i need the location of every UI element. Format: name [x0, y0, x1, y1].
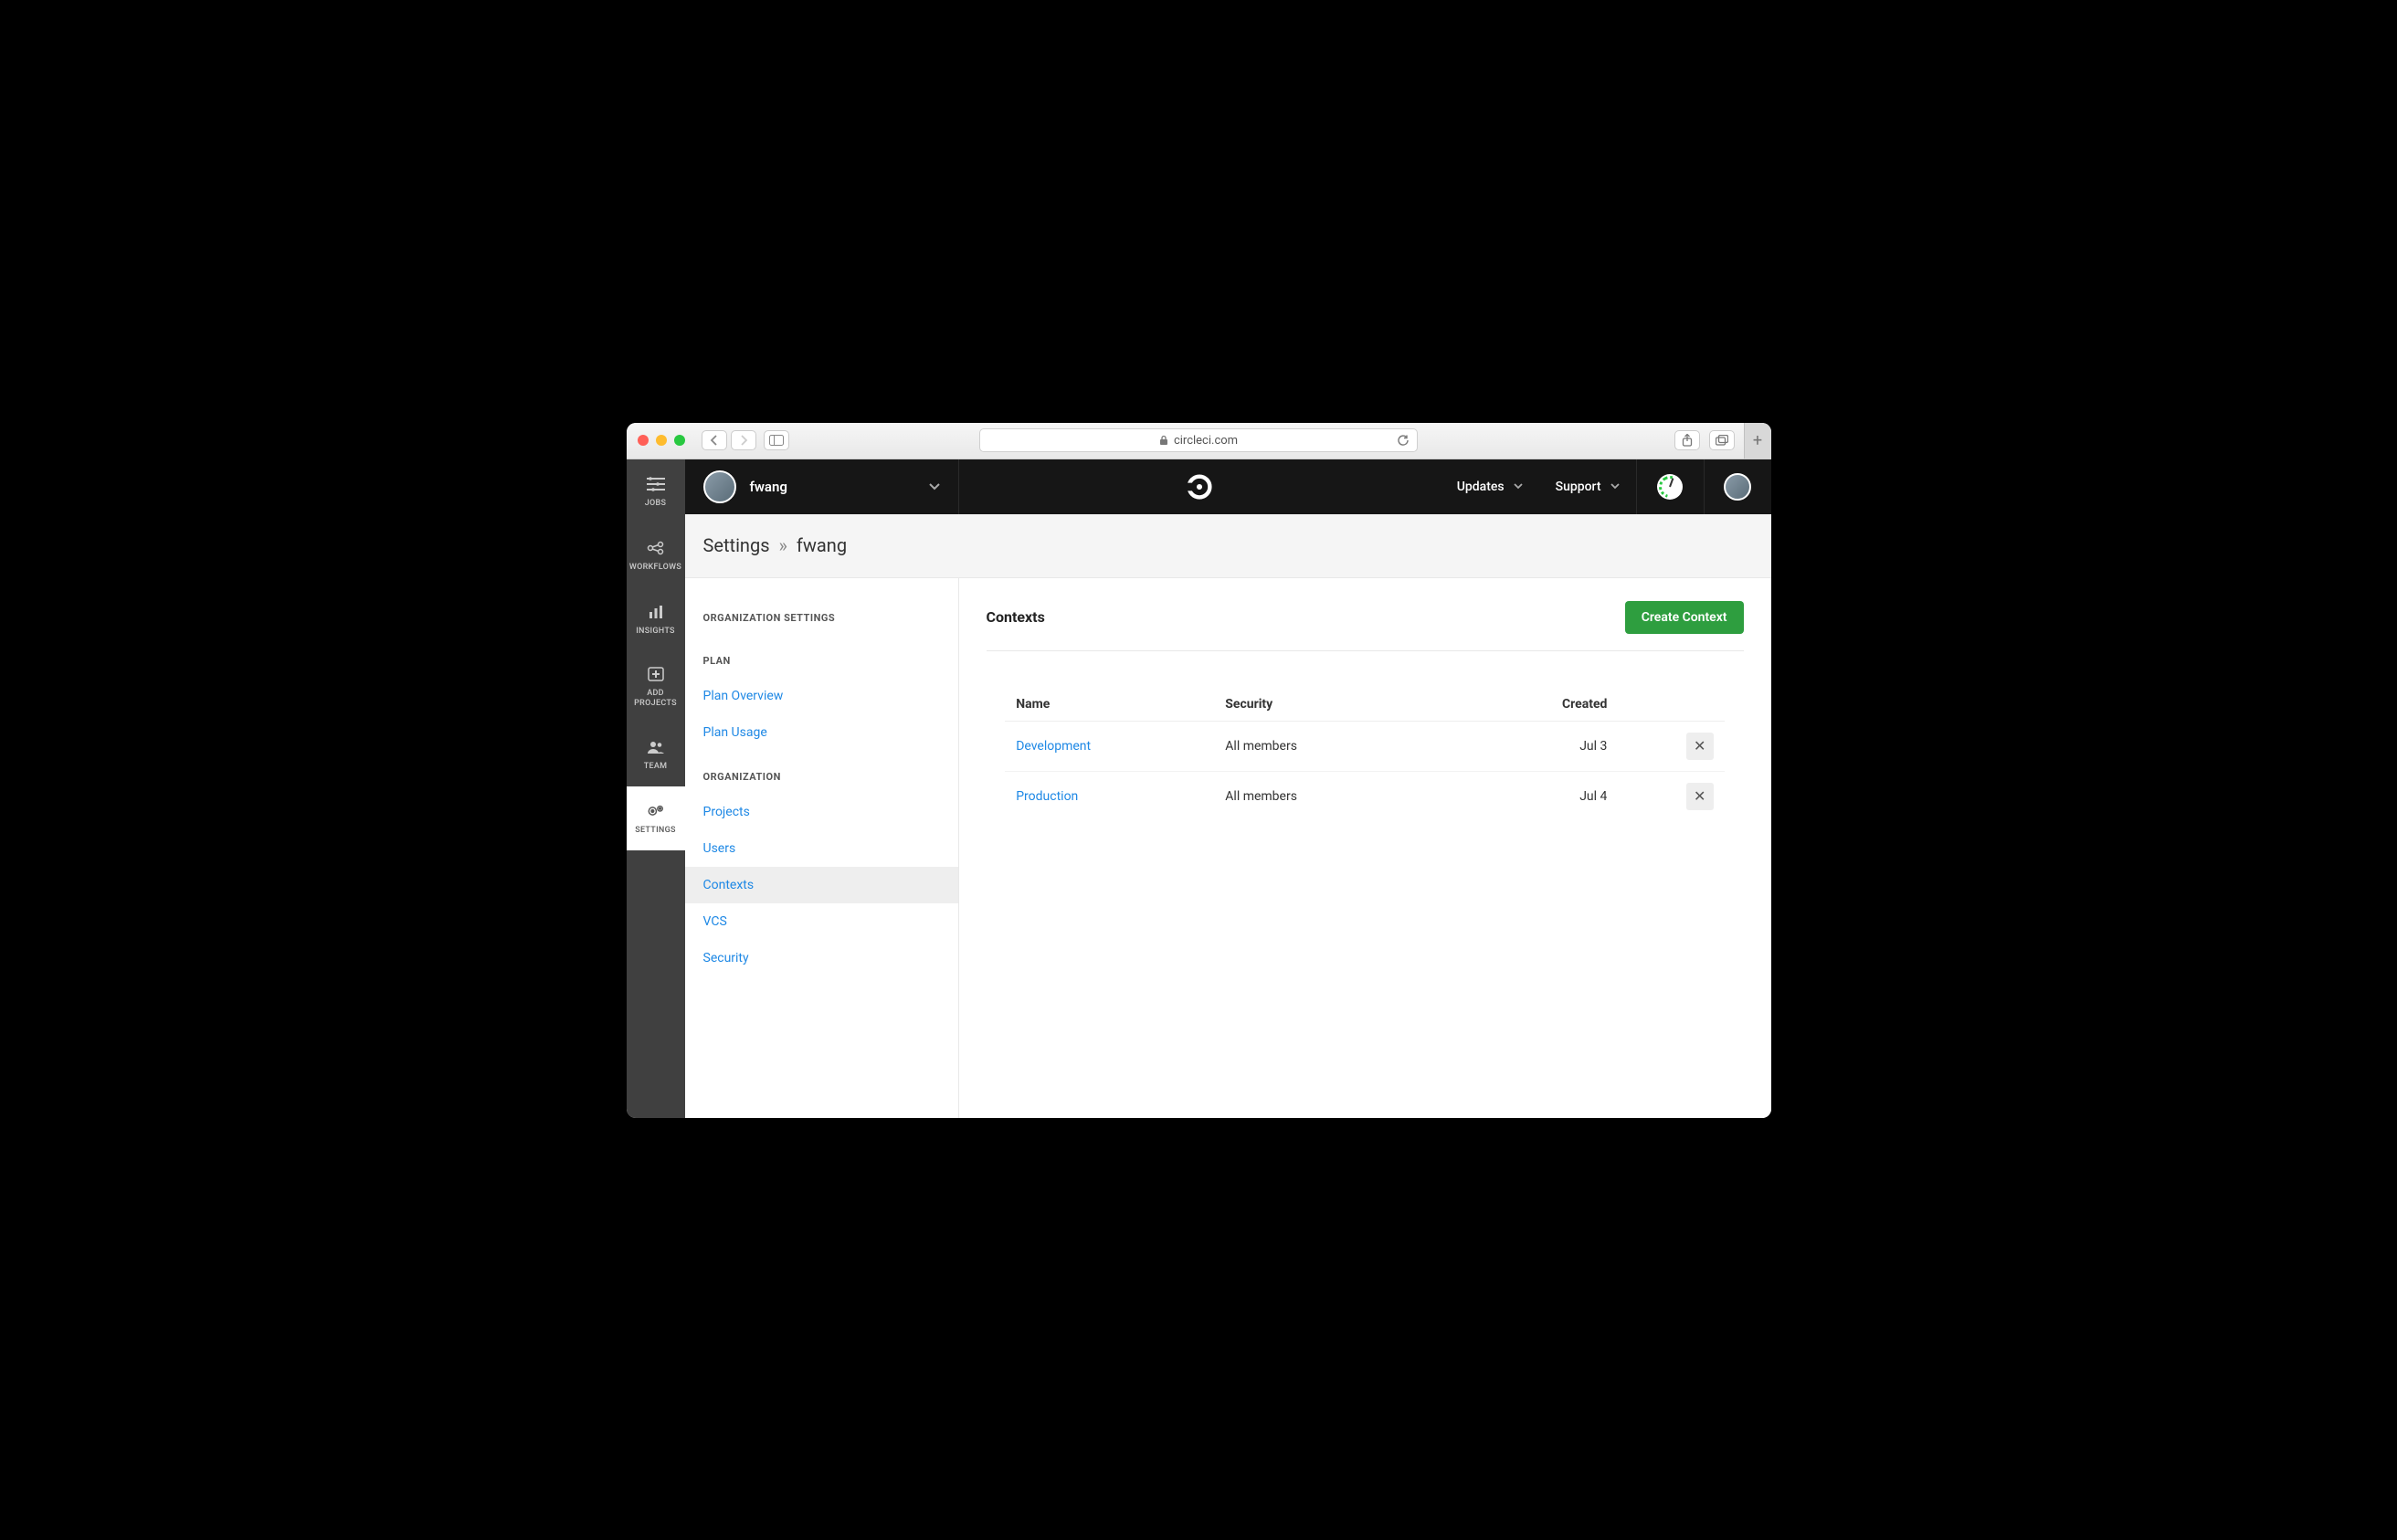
rail-label: ADD: [647, 689, 664, 698]
sidebar-link-vcs[interactable]: VCS: [685, 903, 958, 940]
support-label: Support: [1556, 480, 1601, 494]
window-zoom-button[interactable]: [674, 435, 685, 446]
lock-icon: [1159, 435, 1168, 446]
content-row: ORGANIZATION SETTINGS PLAN Plan Overview…: [685, 578, 1771, 1118]
org-name: fwang: [750, 479, 915, 495]
sidebar-link-security[interactable]: Security: [685, 940, 958, 976]
rail-label: JOBS: [645, 499, 667, 508]
rail-label: PROJECTS: [634, 699, 677, 708]
url-host: circleci.com: [1174, 434, 1238, 448]
team-icon: [647, 738, 665, 756]
browser-right-controls: +: [1674, 423, 1760, 459]
tabs-button[interactable]: [1709, 430, 1735, 450]
show-sidebar-button[interactable]: [764, 430, 789, 450]
rail-label: WORKFLOWS: [629, 563, 681, 572]
rail-insights[interactable]: INSIGHTS: [627, 587, 685, 651]
page-header: Contexts Create Context: [987, 601, 1744, 651]
breadcrumb-separator: »: [779, 534, 787, 556]
jobs-icon: [647, 475, 665, 493]
add-projects-icon: [647, 665, 665, 683]
rail-add-projects[interactable]: ADD PROJECTS: [627, 651, 685, 723]
rail-label: INSIGHTS: [636, 627, 675, 636]
circleci-logo-icon[interactable]: [1187, 474, 1212, 500]
delete-context-button[interactable]: ✕: [1686, 733, 1714, 760]
context-link[interactable]: Development: [1016, 739, 1091, 754]
settings-icon: [647, 802, 665, 820]
insights-icon: [647, 603, 665, 621]
rail-label: TEAM: [644, 762, 668, 771]
context-created: Jul 3: [1490, 739, 1643, 754]
sidebar-link-projects[interactable]: Projects: [685, 794, 958, 830]
col-header-security: Security: [1225, 697, 1490, 712]
page-contexts: Contexts Create Context Name Security Cr…: [959, 578, 1771, 1118]
close-icon: ✕: [1694, 787, 1705, 805]
table-row: Development All members Jul 3 ✕: [1005, 722, 1725, 772]
sidebar-link-users[interactable]: Users: [685, 830, 958, 867]
updates-label: Updates: [1457, 480, 1505, 494]
user-avatar: [1724, 473, 1751, 501]
left-nav-rail: JOBS WORKFLOWS INSIGHTS ADD: [627, 459, 685, 1118]
context-created: Jul 4: [1490, 789, 1643, 804]
chevron-down-icon: [1514, 483, 1523, 490]
breadcrumb-root[interactable]: Settings: [703, 534, 770, 556]
rail-settings[interactable]: SETTINGS: [627, 786, 685, 850]
context-security: All members: [1225, 789, 1490, 804]
topbar-right: Updates Support: [1441, 459, 1771, 514]
window-minimize-button[interactable]: [656, 435, 667, 446]
rail-workflows[interactable]: WORKFLOWS: [627, 523, 685, 587]
window-close-button[interactable]: [638, 435, 649, 446]
app: JOBS WORKFLOWS INSIGHTS ADD: [627, 459, 1771, 1118]
browser-window: circleci.com + JOBS: [627, 423, 1771, 1118]
refresh-button[interactable]: [1397, 434, 1410, 447]
table-head: Name Security Created: [1005, 688, 1725, 722]
sidebar-section-plan: PLAN: [685, 644, 958, 678]
delete-context-button[interactable]: ✕: [1686, 783, 1714, 810]
user-menu[interactable]: [1704, 459, 1771, 514]
status-gauge-button[interactable]: [1636, 459, 1704, 514]
org-avatar: [703, 470, 736, 503]
browser-chrome: circleci.com +: [627, 423, 1771, 459]
rail-label: SETTINGS: [635, 826, 676, 835]
breadcrumb-current: fwang: [797, 534, 847, 556]
col-header-name: Name: [1016, 697, 1225, 712]
topbar: fwang Updates Support: [685, 459, 1771, 514]
share-button[interactable]: [1674, 430, 1700, 450]
settings-sidebar: ORGANIZATION SETTINGS PLAN Plan Overview…: [685, 578, 959, 1118]
logo-area: [959, 474, 1441, 500]
traffic-lights: [638, 435, 685, 446]
gauge-icon: [1657, 474, 1683, 500]
forward-button[interactable]: [731, 430, 756, 450]
page-title: Contexts: [987, 608, 1045, 626]
col-header-created: Created: [1490, 697, 1643, 712]
chevron-down-icon: [929, 483, 940, 490]
updates-menu[interactable]: Updates: [1441, 459, 1539, 514]
sidebar-link-contexts[interactable]: Contexts: [685, 867, 958, 903]
breadcrumb: Settings » fwang: [685, 514, 1771, 578]
sidebar-link-plan-overview[interactable]: Plan Overview: [685, 678, 958, 714]
context-link[interactable]: Production: [1016, 789, 1078, 804]
main-column: fwang Updates Support: [685, 459, 1771, 1118]
back-button[interactable]: [702, 430, 727, 450]
new-tab-button[interactable]: +: [1744, 423, 1771, 459]
create-context-button[interactable]: Create Context: [1625, 601, 1744, 634]
contexts-table: Name Security Created Development All me…: [1005, 688, 1725, 821]
sidebar-link-plan-usage[interactable]: Plan Usage: [685, 714, 958, 751]
sidebar-section-organization: ORGANIZATION: [685, 760, 958, 794]
support-menu[interactable]: Support: [1539, 459, 1636, 514]
nav-button-group: [702, 430, 756, 450]
close-icon: ✕: [1694, 737, 1705, 754]
org-selector[interactable]: fwang: [685, 459, 959, 514]
sidebar-section-org-settings: ORGANIZATION SETTINGS: [685, 601, 958, 635]
rail-team[interactable]: TEAM: [627, 723, 685, 786]
rail-jobs[interactable]: JOBS: [627, 459, 685, 523]
workflows-icon: [647, 539, 665, 557]
context-security: All members: [1225, 739, 1490, 754]
chevron-down-icon: [1610, 483, 1620, 490]
address-bar[interactable]: circleci.com: [979, 428, 1418, 452]
table-row: Production All members Jul 4 ✕: [1005, 772, 1725, 821]
